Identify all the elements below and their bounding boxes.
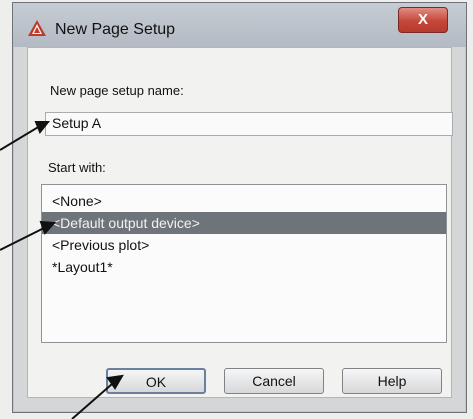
arrow-to-default-device [0, 220, 57, 251]
arrow-to-name-input [0, 121, 51, 151]
annotation-arrows [0, 121, 124, 419]
arrow-to-ok-button [71, 374, 124, 419]
